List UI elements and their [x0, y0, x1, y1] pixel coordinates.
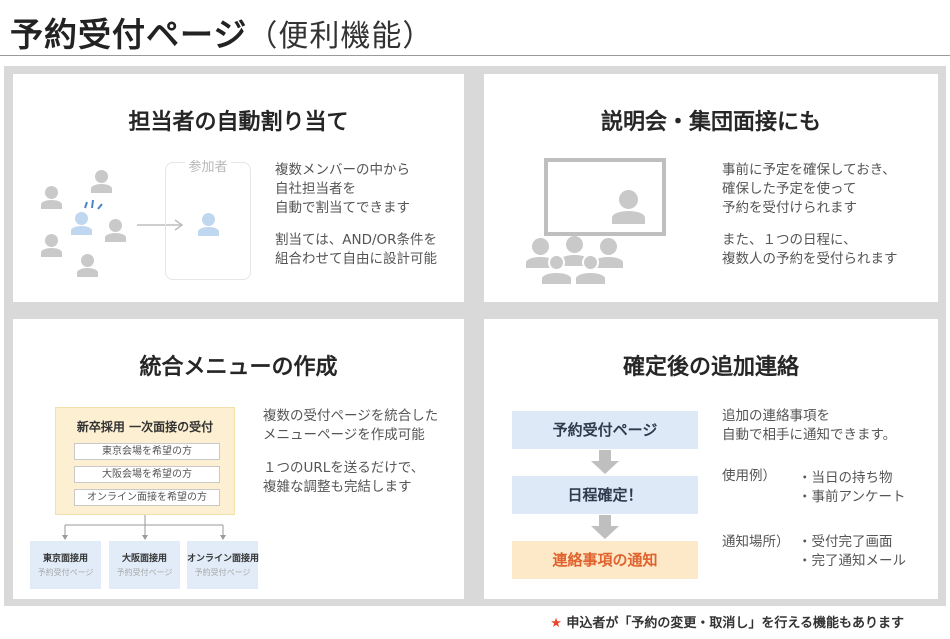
- arrow-down-icon: [591, 450, 619, 474]
- subpage-tokyo: 東京面接用 予約受付ページ: [30, 541, 101, 589]
- presentation-board: [544, 158, 666, 236]
- group-multi-booking: また、１つの日程に、 複数人の予約を受付られます: [722, 232, 898, 267]
- panel-title: 確定後の追加連絡: [622, 355, 799, 380]
- flow-step-date-confirmed: 日程確定！: [512, 476, 698, 514]
- panel-follow-up: 確定後の追加連絡 予約受付ページ 日程確定！ 連絡事項の通知 追加の連絡事項を …: [484, 319, 938, 599]
- subpage-subtitle: 予約受付ページ: [116, 568, 173, 577]
- panel-auto-assign: 担当者の自動割り当て 参加者 複数メンバーの中から 自社担当者を 自動で割当てで…: [13, 74, 464, 302]
- page-title-sub: （便利機能）: [247, 19, 434, 54]
- header: 予約受付ページ（便利機能）: [0, 0, 950, 56]
- participant-box: 参加者: [165, 160, 251, 280]
- group-description: 事前に予定を確保しておき、 確保した予定を使って 予約を受付けられます: [722, 162, 896, 216]
- flow-step-notification: 連絡事項の通知: [512, 541, 698, 579]
- menu-description: 複数の受付ページを統合した メニューページを作成可能: [263, 408, 439, 443]
- panel-title: 担当者の自動割り当て: [128, 110, 349, 135]
- highlight-rays-icon: [84, 200, 103, 210]
- example-list: ・当日の持ち物 ・事前アンケート: [798, 470, 906, 505]
- subpage-title: 大阪面接用: [121, 554, 167, 564]
- footnote: ★ 申込者が「予約の変更・取消し」を行える機能もあります: [550, 612, 904, 631]
- star-icon: ★: [550, 616, 562, 631]
- menu-tree-connector: [62, 515, 226, 540]
- followup-description: 追加の連絡事項を 自動で相手に通知できます。: [722, 408, 897, 443]
- flow-step-booking-page: 予約受付ページ: [512, 411, 698, 449]
- title-rule: [0, 55, 950, 56]
- subpage-osaka: 大阪面接用 予約受付ページ: [109, 541, 180, 589]
- panel-group-sessions: 説明会・集団面接にも 事前に予定を確保しておき、 確保した予定を使って 予約を受…: [484, 74, 938, 302]
- footnote-text: 申込者が「予約の変更・取消し」を行える機能もあります: [566, 616, 904, 631]
- subpage-subtitle: 予約受付ページ: [37, 568, 94, 577]
- panel-integrated-menu: 統合メニューの作成 新卒採用 一次面接の受付 東京会場を希望の方 大阪会場を希望…: [13, 319, 464, 599]
- subpage-title: オンライン面接用: [187, 554, 260, 564]
- page-title: 予約受付ページ（便利機能）: [10, 8, 433, 56]
- participant-box-label: 参加者: [166, 156, 250, 175]
- assign-conditions: 割当ては、AND/OR条件を 組合わせて自由に設計可能: [275, 232, 438, 267]
- subpage-subtitle: 予約受付ページ: [194, 568, 251, 577]
- arrow-down-icon: [591, 515, 619, 539]
- place-list: ・受付完了画面 ・完了通知メール: [798, 534, 906, 569]
- panel-title: 説明会・集団面接にも: [600, 110, 821, 135]
- page-title-main: 予約受付ページ: [10, 15, 248, 54]
- place-label: 通知場所）: [722, 534, 790, 550]
- subpage-online: オンライン面接用 予約受付ページ: [187, 541, 260, 589]
- menu-single-url: １つのURLを送るだけで、 複雑な調整も完結します: [263, 460, 425, 495]
- subpage-title: 東京面接用: [42, 554, 88, 564]
- assign-description: 複数メンバーの中から 自社担当者を 自動で割当てできます: [275, 162, 410, 216]
- example-label: 使用例）: [722, 468, 776, 484]
